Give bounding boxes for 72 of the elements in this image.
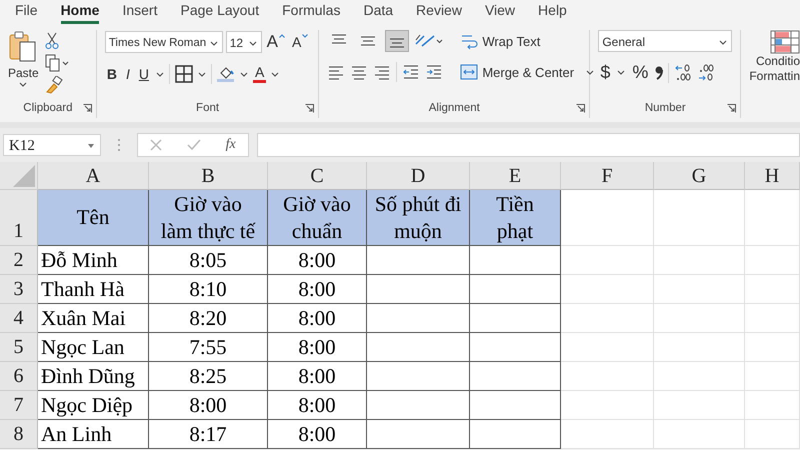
table-cell: 8:17 [149, 420, 268, 449]
font-name-field[interactable]: Times New Roman [104, 31, 223, 53]
table-cell: 8:20 [149, 304, 268, 333]
table-cell: 8:05 [149, 246, 268, 275]
table-cell: 8:00 [268, 304, 367, 333]
table-cell: Thanh Hà [38, 275, 149, 304]
underline-button[interactable]: U [136, 66, 151, 82]
row-header[interactable]: 7 [0, 391, 38, 420]
row-header[interactable]: 5 [0, 333, 38, 362]
row-header[interactable]: 1 [0, 190, 38, 246]
font-color-button[interactable]: A [252, 65, 266, 83]
wrap-text-button[interactable]: Wrap Text [460, 30, 594, 52]
menu-tab[interactable]: Page Layout [180, 2, 260, 24]
number-format-field[interactable]: General [598, 30, 732, 52]
menu-tab[interactable]: Formulas [282, 2, 340, 24]
insert-function-button[interactable]: fx [226, 137, 236, 153]
table-cell: Đình Dũng [38, 362, 149, 391]
percent-button[interactable]: % [630, 62, 650, 83]
menu-tab[interactable]: File [15, 2, 38, 24]
table-cell: Số phút đi muộn [367, 190, 470, 246]
table-cell: Xuân Mai [38, 304, 149, 333]
table-cell: 7:55 [149, 333, 268, 362]
increase-font-size-button[interactable]: A [264, 30, 287, 54]
conditional-formatting-button[interactable]: Conditio Formattin [749, 30, 800, 84]
menu-tab[interactable]: View [484, 2, 516, 24]
table-cell: 8:25 [149, 362, 268, 391]
table-cell: Tên [38, 190, 149, 246]
row-header[interactable]: 2 [0, 246, 38, 275]
menu-tab[interactable]: Home [60, 2, 100, 24]
menu-tab[interactable]: Insert [122, 2, 158, 24]
decrease-font-size-button[interactable]: A [290, 30, 310, 54]
column-header[interactable]: B [149, 162, 268, 190]
group-label: Font [196, 102, 220, 114]
column-header[interactable]: H [745, 162, 800, 190]
table-cell: 8:00 [268, 333, 367, 362]
table-cell: 8:00 [149, 391, 268, 420]
name-box[interactable]: K12 [3, 134, 101, 156]
paste-button[interactable]: Paste [8, 30, 39, 102]
row-header[interactable]: 4 [0, 304, 38, 333]
menu-tab[interactable]: Data [363, 2, 394, 24]
table-cell: Giờ vào chuẩn [268, 190, 367, 246]
group-label: Number [644, 102, 686, 114]
column-header[interactable]: F [561, 162, 654, 190]
menu-tab[interactable]: Review [416, 2, 462, 24]
table-cell: 8:10 [149, 275, 268, 304]
table-cell: An Linh [38, 420, 149, 449]
column-header[interactable]: C [268, 162, 367, 190]
bold-button[interactable]: B [104, 66, 119, 82]
column-header[interactable]: D [367, 162, 470, 190]
table-cell: Ngọc Diệp [38, 391, 149, 420]
column-header[interactable]: E [470, 162, 561, 190]
font-size-field[interactable]: 12 [226, 31, 262, 53]
table-cell: Đỗ Minh [38, 246, 149, 275]
column-header[interactable]: A [38, 162, 149, 190]
group-label: Clipboard [23, 102, 73, 114]
table-cell: 8:00 [268, 391, 367, 420]
currency-button[interactable]: $ [598, 62, 612, 83]
row-header[interactable]: 6 [0, 362, 38, 391]
table-cell: 8:00 [268, 246, 367, 275]
row-header[interactable]: 8 [0, 420, 38, 449]
table-cell: 8:00 [268, 362, 367, 391]
row-header[interactable]: 3 [0, 275, 38, 304]
group-label: Alignment [428, 102, 480, 114]
italic-button[interactable]: I [124, 66, 132, 82]
table-cell: 8:00 [268, 420, 367, 449]
table-cell: Ngọc Lan [38, 333, 149, 362]
table-cell: Giờ vào làm thực tế [149, 190, 268, 246]
table-cell: Tiền phạt [470, 190, 561, 246]
menu-tab[interactable]: Help [538, 2, 567, 24]
column-header[interactable]: G [654, 162, 745, 190]
table-cell: 8:00 [268, 275, 367, 304]
merge-center-button[interactable]: Merge & Center [460, 62, 594, 82]
